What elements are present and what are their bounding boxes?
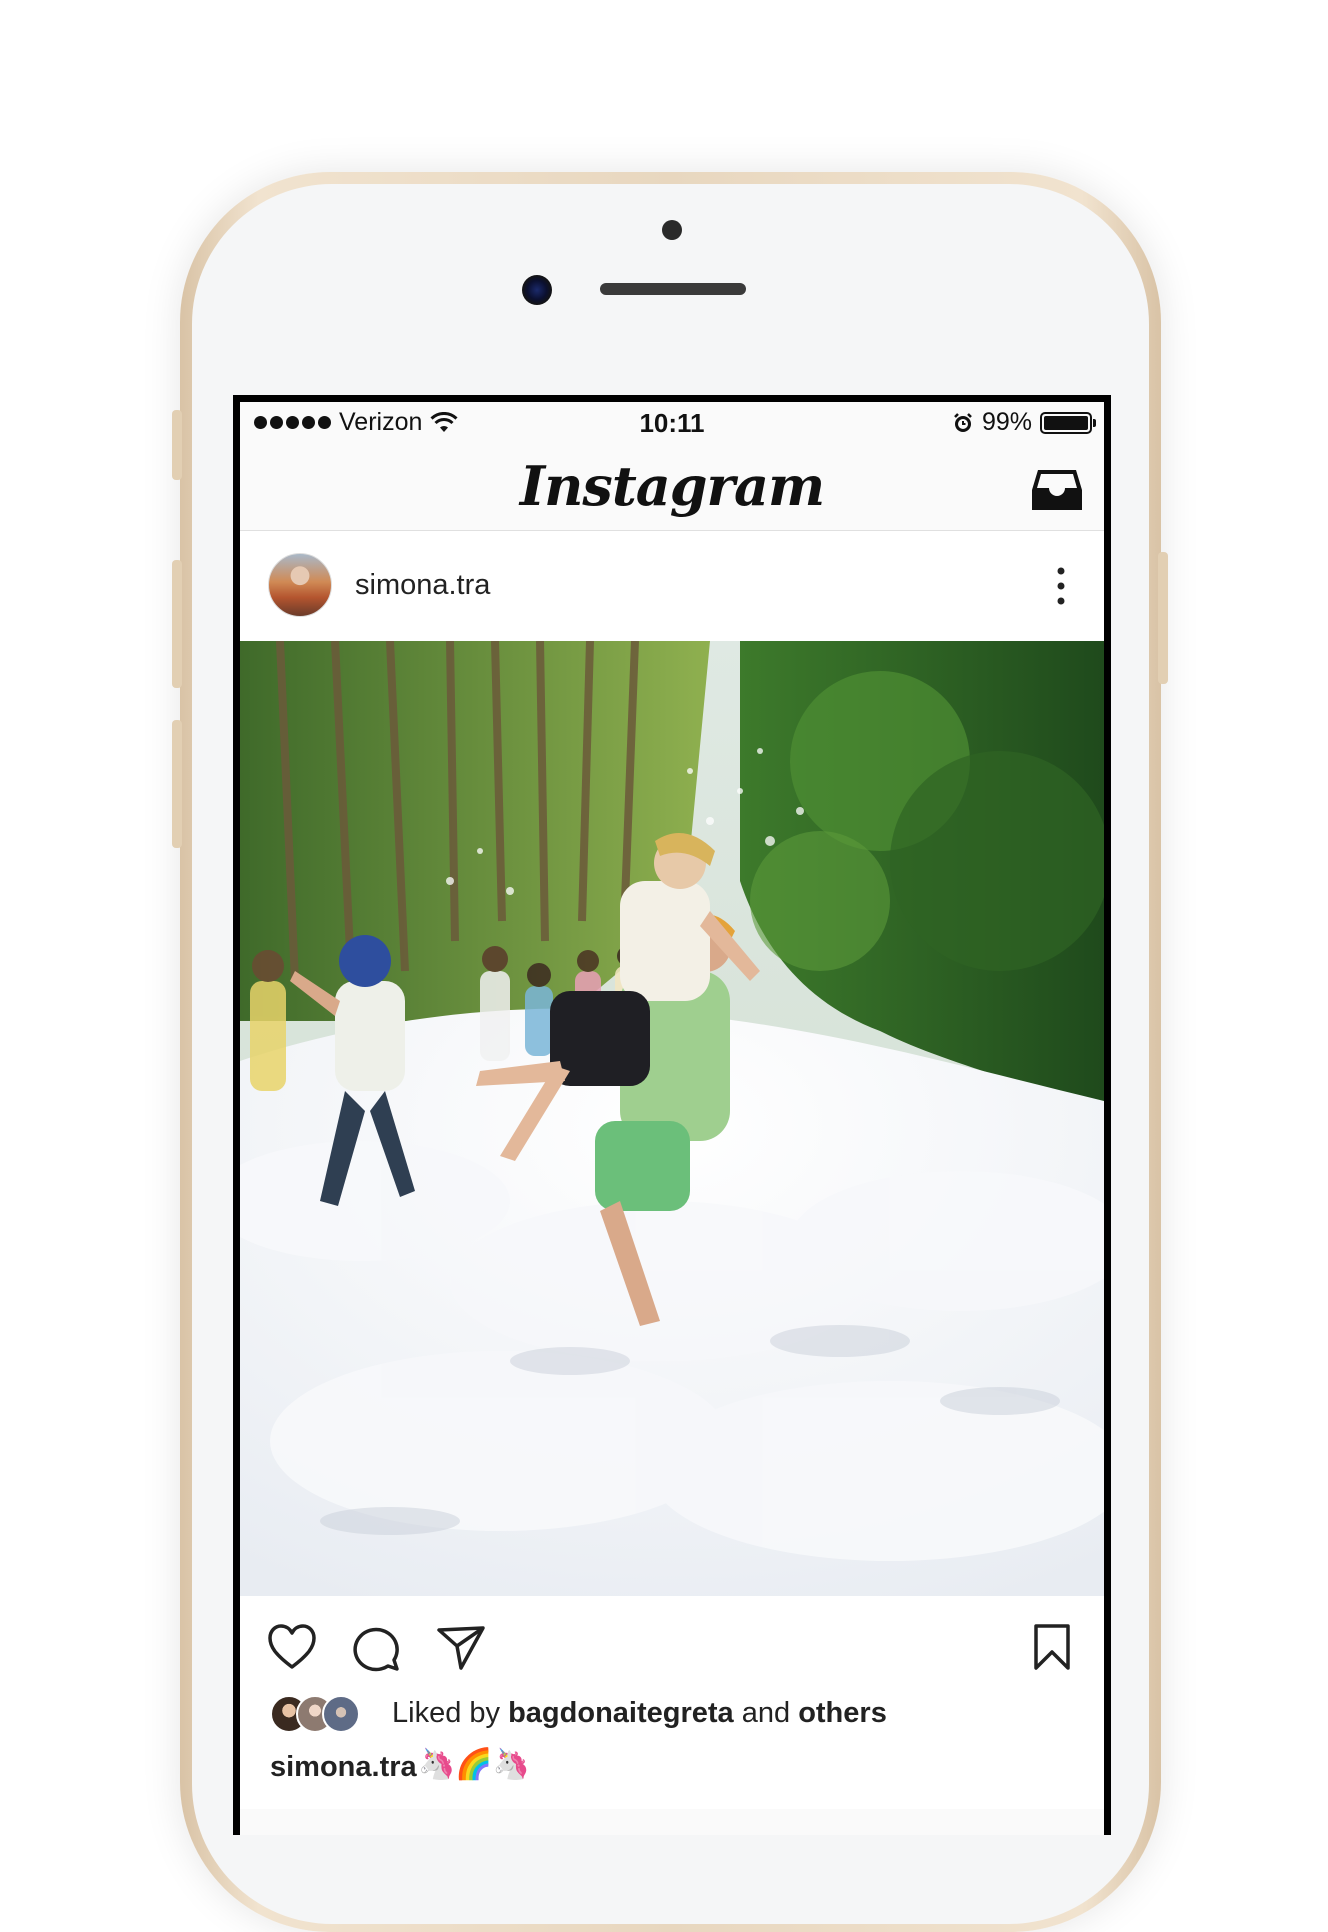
likes-row: Liked by bagdonaitegreta and others [240, 1691, 1104, 1739]
nav-bar: Instagram [240, 440, 1104, 531]
battery-fill [1044, 415, 1088, 430]
battery-icon [1040, 411, 1096, 434]
battery-percent: 99% [981, 408, 1032, 436]
heart-icon[interactable] [266, 1622, 318, 1672]
liker-avatars[interactable] [270, 1695, 370, 1735]
post-header: simona.tra [240, 531, 1104, 641]
avatar[interactable] [268, 553, 332, 617]
front-camera [522, 275, 552, 305]
mute-switch [172, 410, 182, 480]
post-photo[interactable] [240, 641, 1104, 1596]
likes-user-link[interactable]: bagdonaitegreta [508, 1697, 734, 1729]
earpiece-speaker [600, 283, 746, 295]
likes-others-link[interactable]: others [798, 1697, 887, 1729]
volume-down-button [172, 720, 182, 848]
likes-prefix: Liked by [392, 1697, 501, 1729]
more-vertical-icon[interactable] [1054, 565, 1068, 607]
post-username[interactable]: simona.tra [355, 569, 490, 602]
likes-text: Liked by bagdonaitegreta and others [392, 1697, 887, 1730]
instagram-app: Verizon 10:11 99% Instagram simona.tra L… [240, 402, 1104, 1835]
inbox-icon[interactable] [1030, 466, 1084, 514]
caption-text: 🦄🌈🦄 [418, 1748, 531, 1781]
volume-up-button [172, 560, 182, 688]
alarm-icon [954, 412, 972, 432]
post-actions [240, 1596, 1104, 1691]
bookmark-icon[interactable] [1030, 1622, 1074, 1672]
phone-screen: Verizon 10:11 99% Instagram simona.tra L… [233, 395, 1111, 1835]
power-button [1158, 552, 1168, 684]
status-right: 99% [952, 408, 1096, 437]
comment-icon[interactable] [350, 1622, 402, 1672]
caption-username[interactable]: simona.tra [270, 1751, 417, 1784]
send-icon[interactable] [435, 1622, 487, 1672]
instagram-logo[interactable]: Instagram [240, 454, 1104, 518]
proximity-sensor [662, 220, 682, 240]
caption-row: simona.tra 🦄🌈🦄 [240, 1739, 1104, 1809]
liker-avatar [322, 1695, 360, 1733]
foam-party-photo [240, 641, 1104, 1596]
status-bar: Verizon 10:11 99% [240, 402, 1104, 440]
likes-middle: and [741, 1697, 791, 1729]
